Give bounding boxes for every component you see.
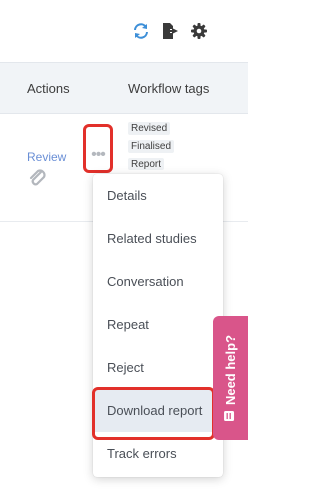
menu-item-repeat[interactable]: Repeat	[93, 303, 223, 346]
need-help-label: Need help?	[223, 334, 239, 405]
review-link[interactable]: Review	[27, 150, 66, 164]
export-icon[interactable]	[161, 22, 179, 40]
gear-icon[interactable]	[190, 22, 208, 40]
worklist-view: Actions Workflow tags Review ••• Revised…	[0, 0, 248, 489]
menu-item-conversation[interactable]: Conversation	[93, 260, 223, 303]
help-icon	[223, 410, 238, 422]
column-header-workflow-tags: Workflow tags	[128, 81, 210, 96]
workflow-tag: Finalised	[128, 140, 175, 153]
column-header-actions: Actions	[27, 81, 70, 96]
paperclip-icon[interactable]	[27, 167, 49, 189]
top-toolbar	[0, 0, 248, 62]
workflow-tag: Report	[128, 158, 165, 170]
table-header: Actions Workflow tags	[0, 62, 248, 114]
download-report-highlight	[92, 387, 215, 440]
refresh-icon[interactable]	[132, 22, 150, 40]
menu-item-related-studies[interactable]: Related studies	[93, 217, 223, 260]
more-button-highlight	[83, 124, 113, 173]
menu-item-details[interactable]: Details	[93, 174, 223, 217]
need-help-tab[interactable]: Need help?	[213, 316, 248, 440]
workflow-tag: Revised	[128, 122, 171, 135]
menu-item-reject[interactable]: Reject	[93, 346, 223, 389]
